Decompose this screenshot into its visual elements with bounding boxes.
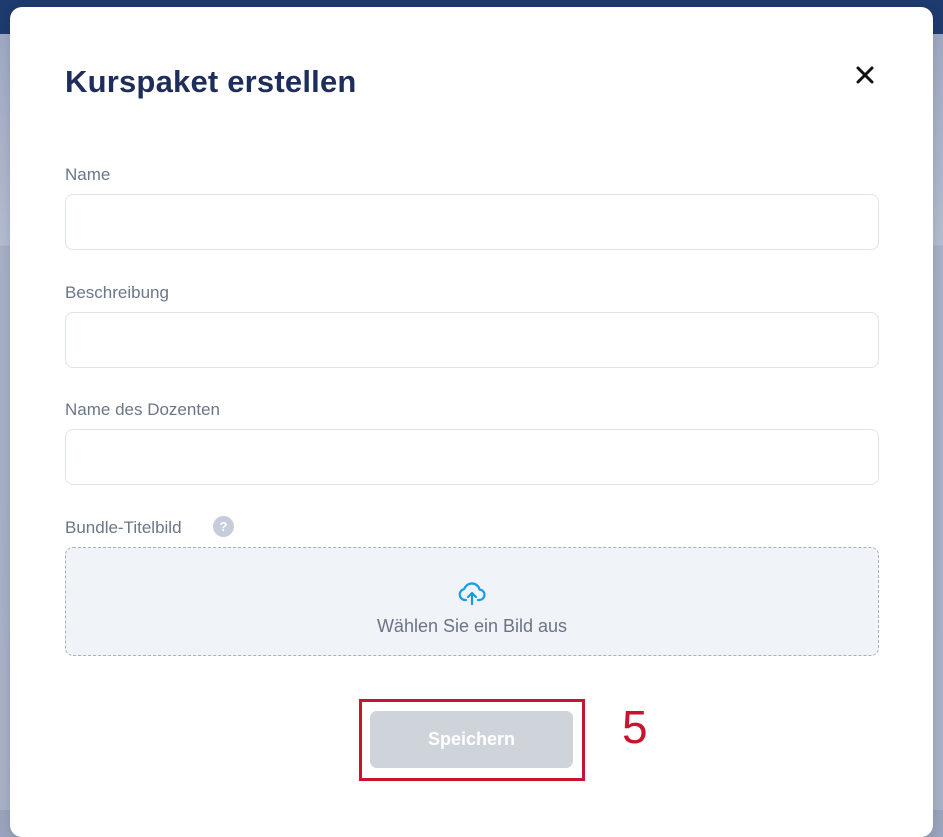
close-icon bbox=[856, 66, 874, 84]
cloud-upload-icon bbox=[458, 581, 486, 607]
instructor-name-input[interactable] bbox=[65, 429, 879, 485]
save-button[interactable]: Speichern bbox=[370, 711, 573, 768]
help-icon[interactable]: ? bbox=[213, 516, 234, 537]
upload-prompt-text: Wählen Sie ein Bild aus bbox=[376, 616, 568, 636]
close-button[interactable] bbox=[853, 63, 877, 87]
step-number-annotation: 5 bbox=[622, 701, 648, 753]
description-input[interactable] bbox=[65, 312, 879, 368]
cover-image-label: Bundle-Titelbild bbox=[65, 518, 182, 537]
create-bundle-modal: Kurspaket erstellen Name Beschreibung Na… bbox=[10, 7, 933, 837]
image-upload-dropzone[interactable]: Wählen Sie ein Bild aus bbox=[65, 547, 879, 656]
instructor-name-label: Name des Dozenten bbox=[65, 400, 220, 419]
modal-title: Kurspaket erstellen bbox=[65, 64, 357, 99]
description-label: Beschreibung bbox=[65, 283, 169, 302]
name-input[interactable] bbox=[65, 194, 879, 250]
name-label: Name bbox=[65, 165, 111, 184]
